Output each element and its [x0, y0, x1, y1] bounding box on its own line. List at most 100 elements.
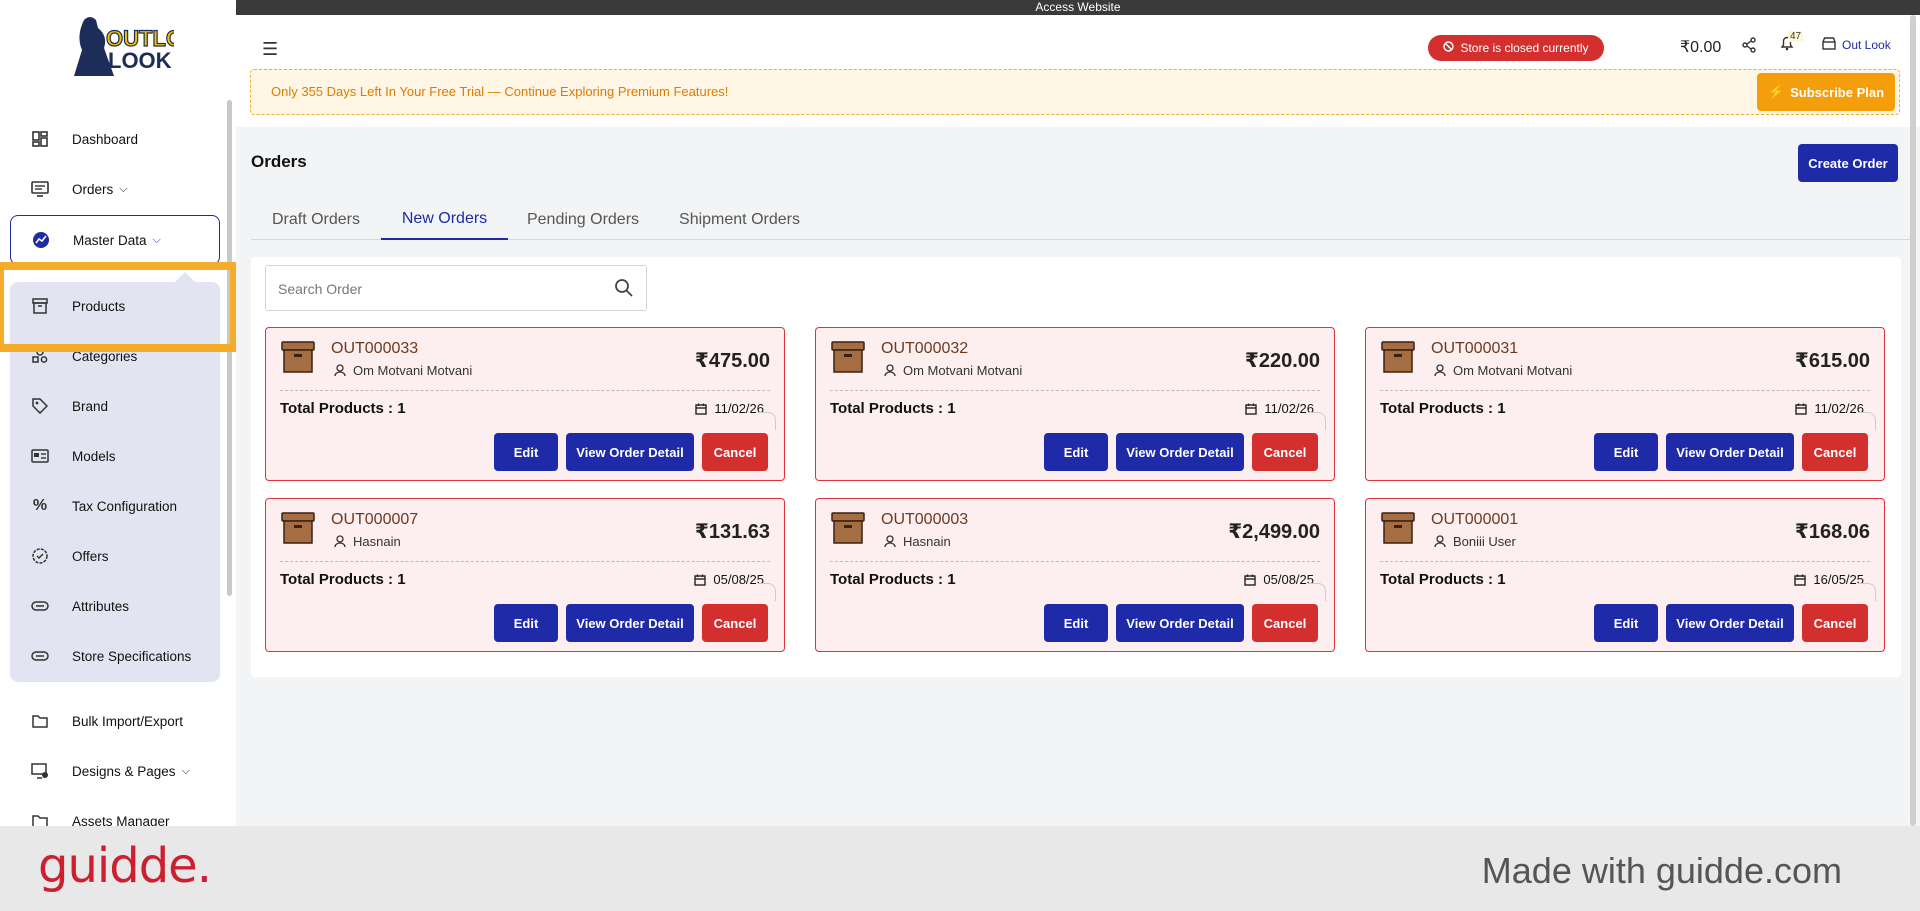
order-id[interactable]: OUT000032 — [881, 340, 968, 358]
order-card[interactable]: OUT000001 Boniii User ₹168.06 Total Prod… — [1365, 498, 1885, 652]
order-card[interactable]: OUT000031 Om Motvani Motvani ₹615.00 Tot… — [1365, 327, 1885, 481]
sidebar-item-dashboard[interactable]: Dashboard — [10, 117, 220, 161]
order-date-value: 11/02/26 — [1814, 401, 1864, 416]
customer-name: Hasnain — [353, 534, 401, 549]
order-id[interactable]: OUT000033 — [331, 340, 418, 358]
sidebar-item-tax-configuration[interactable]: % Tax Configuration — [10, 484, 220, 528]
sidebar-item-attributes[interactable]: Attributes — [10, 584, 220, 628]
order-amount: ₹2,499.00 — [1228, 521, 1320, 543]
sidebar-item-label: Bulk Import/Export — [72, 713, 184, 729]
edit-button[interactable]: Edit — [1044, 604, 1108, 642]
create-order-button[interactable]: Create Order — [1798, 144, 1898, 182]
store-link[interactable]: Out Look — [1822, 37, 1891, 53]
view-order-detail-button[interactable]: View Order Detail — [1116, 433, 1244, 471]
order-date: 05/08/25 — [1244, 572, 1314, 587]
page-scrollbar[interactable] — [1910, 15, 1916, 826]
order-amount: ₹220.00 — [1244, 350, 1320, 372]
view-order-detail-button[interactable]: View Order Detail — [566, 604, 694, 642]
user-icon — [334, 535, 346, 548]
total-products: Total Products : 1 — [830, 571, 956, 588]
edit-button[interactable]: Edit — [1594, 433, 1658, 471]
sidebar-item-brand[interactable]: Brand — [10, 384, 220, 428]
sidebar-item-models[interactable]: Models — [10, 434, 220, 478]
order-card[interactable]: OUT000007 Hasnain ₹131.63 Total Products… — [265, 498, 785, 652]
order-id[interactable]: OUT000031 — [1431, 340, 1518, 358]
cancel-button[interactable]: Cancel — [702, 433, 768, 471]
search-order-input[interactable] — [278, 278, 598, 300]
view-order-detail-button[interactable]: View Order Detail — [1666, 433, 1794, 471]
sidebar-item-label: Brand — [72, 398, 109, 414]
view-order-detail-button[interactable]: View Order Detail — [566, 433, 694, 471]
customer-name: Om Motvani Motvani — [1453, 363, 1573, 378]
total-products: Total Products : 1 — [280, 571, 406, 588]
cancel-button[interactable]: Cancel — [702, 604, 768, 642]
badge-icon — [30, 546, 50, 566]
tab-shipment-orders[interactable]: Shipment Orders — [658, 200, 821, 240]
cancel-button[interactable]: Cancel — [1252, 433, 1318, 471]
order-id[interactable]: OUT000003 — [881, 511, 968, 529]
outlook-logo[interactable]: OUTLOOK LOOK — [62, 14, 174, 84]
page-curl-decoration — [1308, 583, 1326, 601]
designs-icon — [30, 761, 50, 781]
sidebar-item-designs-pages[interactable]: Designs & Pages ⌵ — [10, 749, 220, 793]
calendar-icon — [694, 574, 707, 586]
subscribe-plan-button[interactable]: ⚡ Subscribe Plan — [1757, 73, 1895, 111]
user-icon — [884, 364, 896, 377]
order-card[interactable]: OUT000033 Om Motvani Motvani ₹475.00 Tot… — [265, 327, 785, 481]
edit-button[interactable]: Edit — [494, 604, 558, 642]
order-id[interactable]: OUT000001 — [1431, 511, 1518, 529]
sidebar-item-store-specifications[interactable]: Store Specifications — [10, 634, 220, 678]
card-divider — [830, 561, 1320, 562]
tab-draft-orders[interactable]: Draft Orders — [251, 200, 381, 240]
search-icon[interactable] — [614, 278, 634, 303]
sidebar-item-label: Designs & Pages — [72, 763, 176, 779]
sidebar-item-orders[interactable]: Orders ⌵ — [10, 167, 220, 211]
sidebar-item-assets-manager[interactable]: Assets Manager — [10, 799, 220, 826]
card-divider — [280, 561, 770, 562]
tab-new-orders[interactable]: New Orders — [381, 200, 508, 240]
search-order-box[interactable] — [265, 265, 647, 311]
order-card[interactable]: OUT000003 Hasnain ₹2,499.00 Total Produc… — [815, 498, 1335, 652]
order-date-value: 11/02/26 — [714, 401, 764, 416]
sidebar-item-master-data[interactable]: Master Data ⌵ — [10, 215, 220, 265]
total-products: Total Products : 1 — [1380, 571, 1506, 588]
package-box-icon — [831, 512, 865, 544]
store-status-badge[interactable]: Store is closed currently — [1428, 35, 1604, 61]
share-icon[interactable] — [1742, 37, 1756, 58]
sidebar-item-offers[interactable]: Offers — [10, 534, 220, 578]
access-website-link[interactable]: Access Website — [236, 0, 1920, 15]
edit-button[interactable]: Edit — [494, 433, 558, 471]
percent-icon: % — [32, 497, 48, 514]
order-id[interactable]: OUT000007 — [331, 511, 418, 529]
cancel-button[interactable]: Cancel — [1252, 604, 1318, 642]
edit-button[interactable]: Edit — [1044, 433, 1108, 471]
header: ☰ Store is closed currently ₹0.00 47 Out… — [236, 15, 1920, 127]
order-date-value: 16/05/25 — [1813, 572, 1864, 587]
customer-info: Om Motvani Motvani — [334, 363, 472, 378]
sidebar-item-bulk-import-export[interactable]: Bulk Import/Export — [10, 699, 220, 743]
order-date-value: 11/02/26 — [1264, 401, 1314, 416]
edit-button[interactable]: Edit — [1594, 604, 1658, 642]
sidebar-item-label: Assets Manager — [72, 813, 170, 827]
total-products: Total Products : 1 — [1380, 400, 1506, 417]
cancel-button[interactable]: Cancel — [1802, 604, 1868, 642]
customer-name: Boniii User — [1453, 534, 1516, 549]
order-amount: ₹475.00 — [694, 350, 770, 372]
cancel-button[interactable]: Cancel — [1802, 433, 1868, 471]
hamburger-menu-icon[interactable]: ☰ — [262, 39, 278, 60]
order-card[interactable]: OUT000032 Om Motvani Motvani ₹220.00 Tot… — [815, 327, 1335, 481]
wallet-balance[interactable]: ₹0.00 — [1680, 37, 1721, 57]
user-icon — [1434, 535, 1446, 548]
order-date: 05/08/25 — [694, 572, 764, 587]
tab-pending-orders[interactable]: Pending Orders — [508, 200, 658, 240]
page-curl-decoration — [1858, 412, 1876, 430]
guidde-footer: guidde. Made with guidde.com — [0, 826, 1920, 911]
chevron-down-icon: ⌵ — [119, 182, 128, 195]
view-order-detail-button[interactable]: View Order Detail — [1666, 604, 1794, 642]
store-closed-icon — [1443, 41, 1455, 55]
trial-banner: Only 355 Days Left In Your Free Trial — … — [250, 69, 1900, 115]
view-order-detail-button[interactable]: View Order Detail — [1116, 604, 1244, 642]
subscribe-label: Subscribe Plan — [1790, 84, 1885, 100]
card-divider — [1380, 390, 1870, 391]
user-icon — [334, 364, 346, 377]
